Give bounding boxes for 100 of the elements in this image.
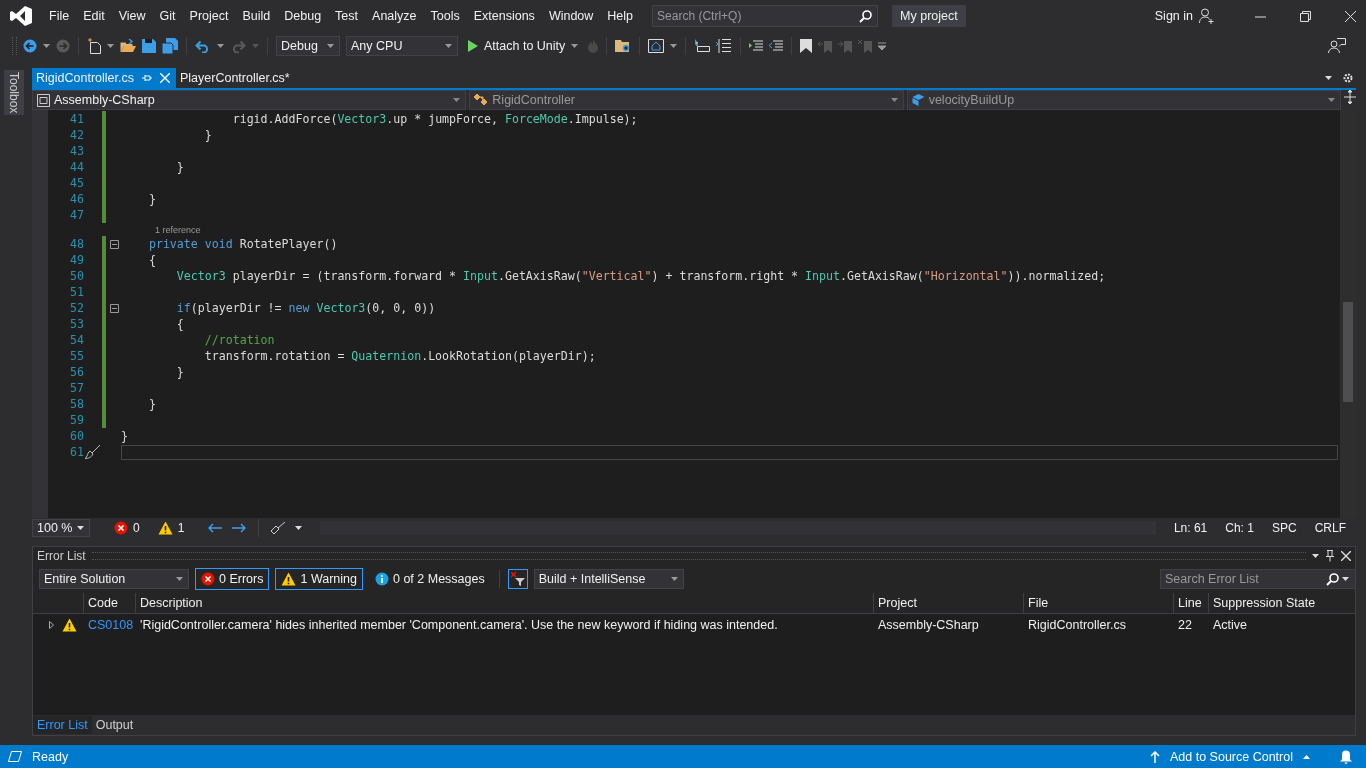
column-header[interactable]: File xyxy=(1023,593,1173,613)
filter-toggle[interactable]: 1 Warning xyxy=(275,568,363,590)
caret-icon[interactable] xyxy=(107,44,114,48)
line-number: 61 xyxy=(69,445,84,459)
scope-dropdown[interactable]: Entire Solution xyxy=(39,569,189,589)
save-all-icon[interactable] xyxy=(162,38,178,54)
column-header[interactable]: Line xyxy=(1173,593,1208,613)
codelens-reference[interactable]: 1 reference xyxy=(155,224,201,235)
pin-icon[interactable] xyxy=(1325,550,1335,562)
list-tree-icon[interactable] xyxy=(716,38,733,54)
line-ending-indicator: CRLF xyxy=(1314,521,1346,535)
document-tab[interactable]: PlayerController.cs* xyxy=(175,68,296,88)
caret-up-icon[interactable] xyxy=(1303,754,1310,759)
outdent-icon[interactable] xyxy=(769,40,784,52)
menu-item[interactable]: View xyxy=(111,6,153,26)
panel-grip[interactable] xyxy=(91,552,1306,560)
restore-icon[interactable] xyxy=(1300,10,1311,22)
open-folder-icon[interactable] xyxy=(120,39,136,53)
caret-icon[interactable] xyxy=(217,44,224,48)
add-user-icon[interactable] xyxy=(1199,8,1215,24)
new-file-icon[interactable] xyxy=(87,38,101,54)
line-number: 52 xyxy=(69,301,84,315)
menu-item[interactable]: Tools xyxy=(423,6,467,26)
caret-icon[interactable] xyxy=(77,526,84,530)
menu-item[interactable]: Test xyxy=(328,6,366,26)
code-line: { xyxy=(147,252,157,268)
close-icon[interactable] xyxy=(1341,551,1351,561)
filter-toggle[interactable]: 0 Errors xyxy=(195,568,270,590)
panel-tab[interactable]: Error List xyxy=(33,716,92,734)
line-number: 43 xyxy=(69,144,84,158)
sign-in-link[interactable]: Sign in xyxy=(1154,9,1193,23)
column-header[interactable]: Project xyxy=(873,593,1023,613)
back-icon[interactable] xyxy=(23,39,37,53)
line-number: 42 xyxy=(69,128,84,142)
code-line: Vector3 playerDir = (transform.forward * Input.GetAxisRaw("Vertical") + transform.right * Input.GetAxisRaw("Horizontal")).normalized; xyxy=(175,268,1107,284)
menu-item[interactable]: Build xyxy=(235,6,278,26)
filter-toggle[interactable]: 0 of 2 Messages xyxy=(368,568,491,590)
save-icon[interactable] xyxy=(142,39,156,53)
caret-icon[interactable] xyxy=(43,44,50,48)
line-number: 60 xyxy=(69,429,84,443)
menu-item[interactable]: Extensions xyxy=(466,6,542,26)
bookmark-icon[interactable] xyxy=(800,39,813,53)
menu-item[interactable]: Edit xyxy=(76,6,112,26)
menu-item[interactable]: Project xyxy=(182,6,236,26)
notification-bell-icon[interactable] xyxy=(1340,749,1352,764)
menu-item[interactable]: Git xyxy=(152,6,183,26)
navigation-dropdown[interactable]: velocityBuildUp xyxy=(906,90,1341,110)
quick-action-brush-icon[interactable] xyxy=(85,445,101,459)
menu-item[interactable]: Analyze xyxy=(365,6,424,26)
warning-count: 1 xyxy=(177,521,185,535)
search-field[interactable]: Search (Ctrl+Q) xyxy=(652,5,879,27)
source-control-button[interactable]: Add to Source Control xyxy=(1170,749,1293,764)
caret-icon[interactable] xyxy=(1312,554,1319,558)
live-share-icon[interactable] xyxy=(1328,38,1346,54)
undo-icon[interactable] xyxy=(195,39,211,53)
field-icon xyxy=(911,94,925,106)
configuration-dropdown[interactable]: Debug xyxy=(276,36,340,56)
brush-icon[interactable] xyxy=(271,522,286,534)
expand-icon[interactable] xyxy=(49,621,54,629)
table-cell-text: Assembly-CSharp xyxy=(877,618,980,632)
caret-icon[interactable] xyxy=(670,44,678,48)
column-header[interactable]: Code xyxy=(83,593,135,613)
attach-button[interactable]: Attach to Unity xyxy=(464,39,583,53)
forward-arrow-icon[interactable] xyxy=(232,523,247,533)
back-arrow-icon[interactable] xyxy=(208,523,223,533)
close-icon[interactable] xyxy=(1345,10,1356,22)
menu-item[interactable]: File xyxy=(42,6,77,26)
indent-icon[interactable] xyxy=(749,40,764,52)
error-code-link[interactable]: CS0108 xyxy=(83,618,135,632)
column-header[interactable]: Description xyxy=(135,593,873,613)
warning-icon xyxy=(157,521,173,535)
home-window-icon[interactable] xyxy=(648,39,665,53)
clear-filter-icon[interactable] xyxy=(510,572,525,586)
caret-icon[interactable] xyxy=(1325,76,1332,80)
menu-item[interactable]: Debug xyxy=(277,6,329,26)
zoom-dropdown[interactable]: 100 % xyxy=(32,519,90,537)
source-dropdown[interactable]: Build + IntelliSense xyxy=(533,569,684,589)
collapse-icon[interactable] xyxy=(110,239,119,249)
platform-dropdown[interactable]: Any CPU xyxy=(346,36,458,56)
step-into-icon[interactable] xyxy=(694,39,711,53)
column-header[interactable]: Suppression State xyxy=(1208,593,1355,613)
caret-icon[interactable] xyxy=(571,44,579,48)
navigation-dropdown[interactable]: Assembly-CSharp xyxy=(32,90,467,110)
toolbox-tab[interactable]: Toolbox xyxy=(4,70,24,116)
code-line: } xyxy=(175,159,185,175)
folder-search-icon[interactable] xyxy=(615,39,632,53)
code-line: if(playerDir != new Vector3(0, 0, 0)) xyxy=(175,300,437,316)
error-search-field[interactable]: Search Error List xyxy=(1160,569,1356,589)
caret-icon[interactable] xyxy=(295,526,303,530)
line-indicator: Ln: 61 xyxy=(1173,521,1208,535)
overflow-icon[interactable] xyxy=(878,42,887,50)
panel-tab[interactable]: Output xyxy=(91,716,138,734)
line-number: 55 xyxy=(69,349,84,363)
menu-item[interactable]: Window xyxy=(541,6,601,26)
menu-item[interactable]: Help xyxy=(600,6,641,26)
settings-icon[interactable] xyxy=(1342,72,1354,84)
collapse-icon[interactable] xyxy=(110,303,119,313)
split-icon[interactable] xyxy=(1344,90,1356,104)
navigation-dropdown[interactable]: RigidController xyxy=(469,90,904,110)
clear-bookmarks-icon xyxy=(858,39,873,53)
